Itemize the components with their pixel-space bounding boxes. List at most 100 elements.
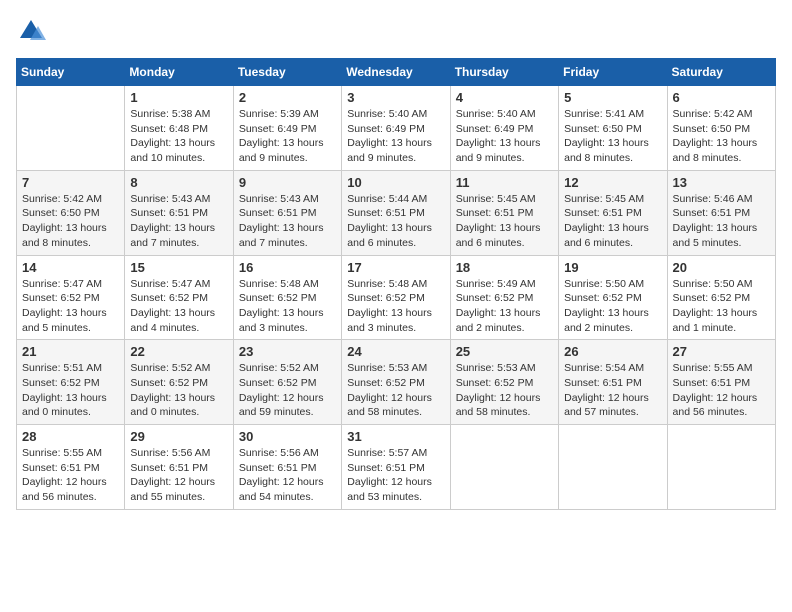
calendar-header-sunday: Sunday: [17, 59, 125, 86]
day-info: Sunrise: 5:52 AM Sunset: 6:52 PM Dayligh…: [130, 361, 227, 420]
day-number: 24: [347, 344, 444, 359]
day-info: Sunrise: 5:46 AM Sunset: 6:51 PM Dayligh…: [673, 192, 770, 251]
day-number: 19: [564, 260, 661, 275]
day-info: Sunrise: 5:43 AM Sunset: 6:51 PM Dayligh…: [130, 192, 227, 251]
calendar-cell: 27 Sunrise: 5:55 AM Sunset: 6:51 PM Dayli…: [667, 340, 775, 425]
day-number: 3: [347, 90, 444, 105]
day-info: Sunrise: 5:45 AM Sunset: 6:51 PM Dayligh…: [456, 192, 553, 251]
calendar-cell: 5 Sunrise: 5:41 AM Sunset: 6:50 PM Daylig…: [559, 86, 667, 171]
calendar-header-monday: Monday: [125, 59, 233, 86]
day-number: 21: [22, 344, 119, 359]
day-number: 8: [130, 175, 227, 190]
calendar-cell: 30 Sunrise: 5:56 AM Sunset: 6:51 PM Dayli…: [233, 425, 341, 510]
day-number: 1: [130, 90, 227, 105]
calendar-cell: 12 Sunrise: 5:45 AM Sunset: 6:51 PM Dayli…: [559, 170, 667, 255]
day-info: Sunrise: 5:52 AM Sunset: 6:52 PM Dayligh…: [239, 361, 336, 420]
day-info: Sunrise: 5:42 AM Sunset: 6:50 PM Dayligh…: [673, 107, 770, 166]
calendar-cell: 2 Sunrise: 5:39 AM Sunset: 6:49 PM Daylig…: [233, 86, 341, 171]
day-info: Sunrise: 5:41 AM Sunset: 6:50 PM Dayligh…: [564, 107, 661, 166]
day-number: 4: [456, 90, 553, 105]
day-number: 13: [673, 175, 770, 190]
day-number: 22: [130, 344, 227, 359]
day-number: 9: [239, 175, 336, 190]
day-number: 26: [564, 344, 661, 359]
calendar-week-row: 14 Sunrise: 5:47 AM Sunset: 6:52 PM Dayli…: [17, 255, 776, 340]
day-number: 5: [564, 90, 661, 105]
calendar-week-row: 7 Sunrise: 5:42 AM Sunset: 6:50 PM Daylig…: [17, 170, 776, 255]
day-info: Sunrise: 5:55 AM Sunset: 6:51 PM Dayligh…: [673, 361, 770, 420]
calendar-cell: 13 Sunrise: 5:46 AM Sunset: 6:51 PM Dayli…: [667, 170, 775, 255]
day-number: 15: [130, 260, 227, 275]
calendar-header-row: SundayMondayTuesdayWednesdayThursdayFrid…: [17, 59, 776, 86]
calendar-cell: [450, 425, 558, 510]
day-number: 27: [673, 344, 770, 359]
day-info: Sunrise: 5:57 AM Sunset: 6:51 PM Dayligh…: [347, 446, 444, 505]
day-info: Sunrise: 5:54 AM Sunset: 6:51 PM Dayligh…: [564, 361, 661, 420]
calendar-cell: 24 Sunrise: 5:53 AM Sunset: 6:52 PM Dayli…: [342, 340, 450, 425]
day-info: Sunrise: 5:44 AM Sunset: 6:51 PM Dayligh…: [347, 192, 444, 251]
calendar-cell: 25 Sunrise: 5:53 AM Sunset: 6:52 PM Dayli…: [450, 340, 558, 425]
calendar-cell: 10 Sunrise: 5:44 AM Sunset: 6:51 PM Dayli…: [342, 170, 450, 255]
day-number: 2: [239, 90, 336, 105]
day-info: Sunrise: 5:56 AM Sunset: 6:51 PM Dayligh…: [239, 446, 336, 505]
calendar-cell: 28Sunrise: 5:55 AM Sunset: 6:51 PM Dayli…: [17, 425, 125, 510]
calendar-cell: 14 Sunrise: 5:47 AM Sunset: 6:52 PM Dayli…: [17, 255, 125, 340]
day-info: Sunrise: 5:47 AM Sunset: 6:52 PM Dayligh…: [22, 277, 119, 336]
calendar-week-row: 21Sunrise: 5:51 AM Sunset: 6:52 PM Dayli…: [17, 340, 776, 425]
day-info: Sunrise: 5:38 AM Sunset: 6:48 PM Dayligh…: [130, 107, 227, 166]
day-info: Sunrise: 5:48 AM Sunset: 6:52 PM Dayligh…: [347, 277, 444, 336]
day-number: 11: [456, 175, 553, 190]
calendar-header-wednesday: Wednesday: [342, 59, 450, 86]
day-number: 17: [347, 260, 444, 275]
page-header: [16, 16, 776, 46]
day-info: Sunrise: 5:42 AM Sunset: 6:50 PM Dayligh…: [22, 192, 119, 251]
logo-icon: [16, 16, 46, 46]
calendar-cell: 21Sunrise: 5:51 AM Sunset: 6:52 PM Dayli…: [17, 340, 125, 425]
calendar-cell: [559, 425, 667, 510]
calendar-cell: 7 Sunrise: 5:42 AM Sunset: 6:50 PM Daylig…: [17, 170, 125, 255]
calendar-header-friday: Friday: [559, 59, 667, 86]
day-info: Sunrise: 5:53 AM Sunset: 6:52 PM Dayligh…: [456, 361, 553, 420]
day-number: 16: [239, 260, 336, 275]
calendar-cell: 18Sunrise: 5:49 AM Sunset: 6:52 PM Dayli…: [450, 255, 558, 340]
calendar-cell: 23 Sunrise: 5:52 AM Sunset: 6:52 PM Dayli…: [233, 340, 341, 425]
day-info: Sunrise: 5:45 AM Sunset: 6:51 PM Dayligh…: [564, 192, 661, 251]
day-info: Sunrise: 5:40 AM Sunset: 6:49 PM Dayligh…: [456, 107, 553, 166]
day-number: 10: [347, 175, 444, 190]
calendar-cell: 15 Sunrise: 5:47 AM Sunset: 6:52 PM Dayli…: [125, 255, 233, 340]
calendar-cell: 20 Sunrise: 5:50 AM Sunset: 6:52 PM Dayli…: [667, 255, 775, 340]
calendar-cell: 26 Sunrise: 5:54 AM Sunset: 6:51 PM Dayli…: [559, 340, 667, 425]
calendar-cell: 19 Sunrise: 5:50 AM Sunset: 6:52 PM Dayli…: [559, 255, 667, 340]
day-info: Sunrise: 5:50 AM Sunset: 6:52 PM Dayligh…: [564, 277, 661, 336]
day-number: 23: [239, 344, 336, 359]
calendar-header-thursday: Thursday: [450, 59, 558, 86]
day-number: 30: [239, 429, 336, 444]
day-info: Sunrise: 5:55 AM Sunset: 6:51 PM Dayligh…: [22, 446, 119, 505]
calendar-header-saturday: Saturday: [667, 59, 775, 86]
day-info: Sunrise: 5:56 AM Sunset: 6:51 PM Dayligh…: [130, 446, 227, 505]
day-number: 6: [673, 90, 770, 105]
day-info: Sunrise: 5:49 AM Sunset: 6:52 PM Dayligh…: [456, 277, 553, 336]
calendar-cell: 29Sunrise: 5:56 AM Sunset: 6:51 PM Dayli…: [125, 425, 233, 510]
day-number: 12: [564, 175, 661, 190]
day-info: Sunrise: 5:50 AM Sunset: 6:52 PM Dayligh…: [673, 277, 770, 336]
day-number: 14: [22, 260, 119, 275]
day-number: 25: [456, 344, 553, 359]
calendar-cell: 1 Sunrise: 5:38 AM Sunset: 6:48 PM Daylig…: [125, 86, 233, 171]
day-info: Sunrise: 5:48 AM Sunset: 6:52 PM Dayligh…: [239, 277, 336, 336]
day-info: Sunrise: 5:40 AM Sunset: 6:49 PM Dayligh…: [347, 107, 444, 166]
calendar-cell: 3 Sunrise: 5:40 AM Sunset: 6:49 PM Daylig…: [342, 86, 450, 171]
day-info: Sunrise: 5:39 AM Sunset: 6:49 PM Dayligh…: [239, 107, 336, 166]
calendar-week-row: 1 Sunrise: 5:38 AM Sunset: 6:48 PM Daylig…: [17, 86, 776, 171]
calendar-cell: 22 Sunrise: 5:52 AM Sunset: 6:52 PM Dayli…: [125, 340, 233, 425]
calendar-week-row: 28Sunrise: 5:55 AM Sunset: 6:51 PM Dayli…: [17, 425, 776, 510]
day-number: 20: [673, 260, 770, 275]
day-info: Sunrise: 5:53 AM Sunset: 6:52 PM Dayligh…: [347, 361, 444, 420]
day-number: 7: [22, 175, 119, 190]
calendar-cell: 9Sunrise: 5:43 AM Sunset: 6:51 PM Daylig…: [233, 170, 341, 255]
day-number: 31: [347, 429, 444, 444]
calendar-cell: 6 Sunrise: 5:42 AM Sunset: 6:50 PM Daylig…: [667, 86, 775, 171]
calendar-cell: 4 Sunrise: 5:40 AM Sunset: 6:49 PM Daylig…: [450, 86, 558, 171]
day-info: Sunrise: 5:47 AM Sunset: 6:52 PM Dayligh…: [130, 277, 227, 336]
calendar-cell: 11 Sunrise: 5:45 AM Sunset: 6:51 PM Dayli…: [450, 170, 558, 255]
